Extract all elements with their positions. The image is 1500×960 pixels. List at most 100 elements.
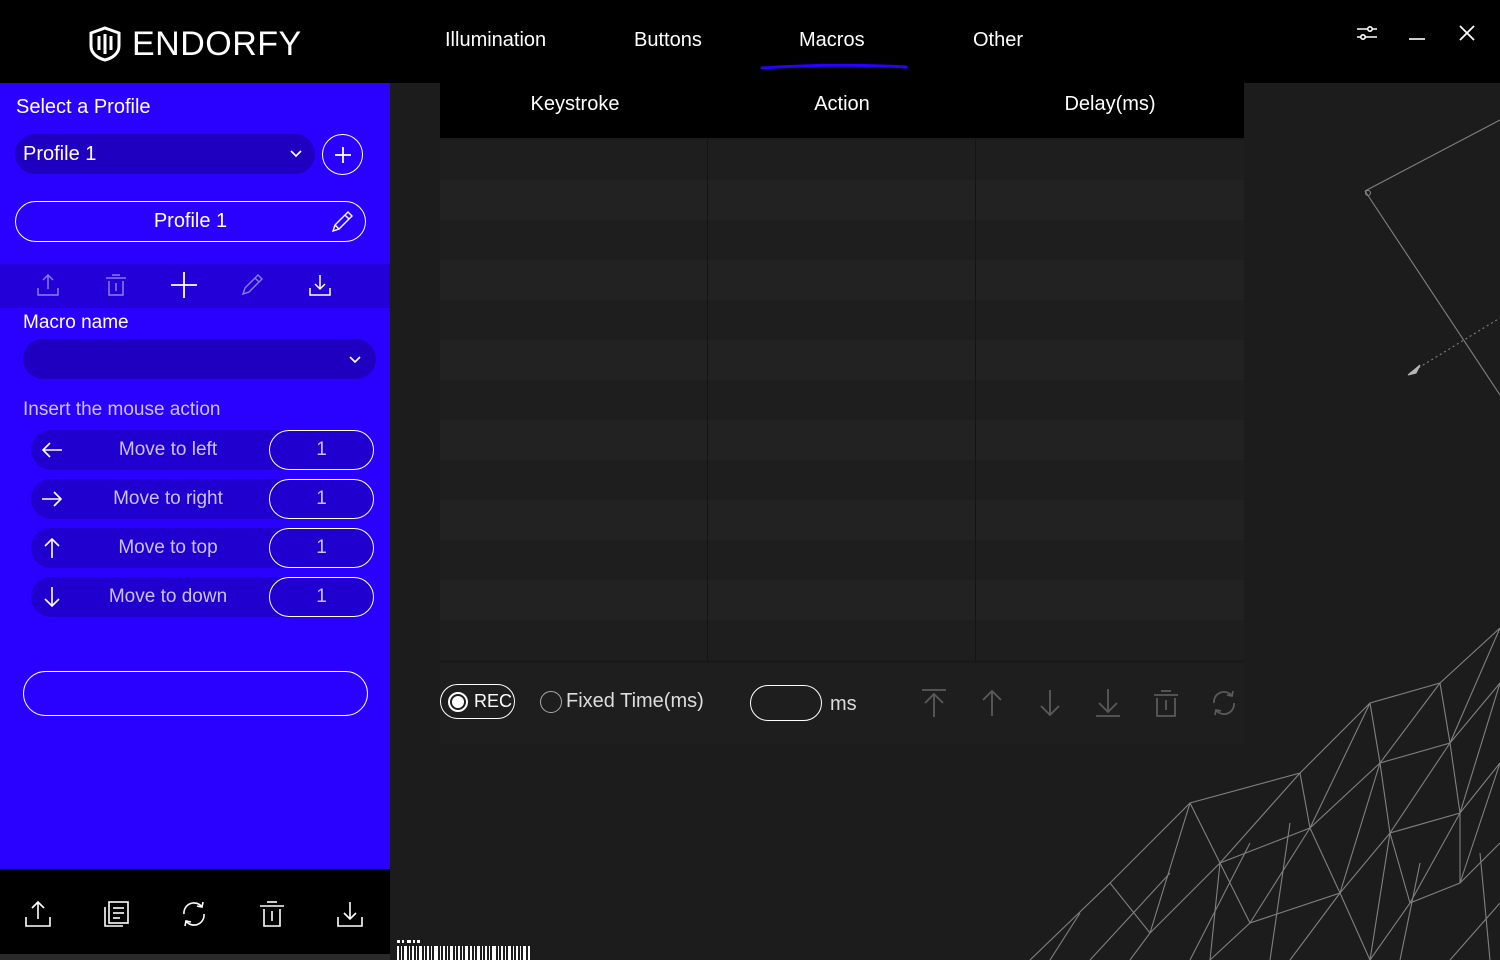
table-cell	[440, 620, 708, 660]
export-icon[interactable]	[33, 270, 63, 300]
arrow-up-icon	[39, 535, 65, 561]
endorfy-logo: ENDORFY	[88, 24, 302, 64]
move-up-icon[interactable]	[976, 687, 1008, 719]
table-cell	[440, 420, 708, 460]
tab-macros[interactable]: Macros	[799, 29, 865, 52]
mouse-action-value-input[interactable]: 1	[269, 479, 374, 519]
profile-name-button[interactable]: Profile 1	[15, 201, 366, 242]
table-row[interactable]	[440, 180, 1244, 220]
table-cell	[708, 380, 976, 420]
table-row[interactable]	[440, 300, 1244, 340]
mouse-action-label: Move to right	[113, 488, 223, 509]
table-cell	[440, 220, 708, 260]
table-cell	[708, 140, 976, 180]
tab-buttons[interactable]: Buttons	[634, 29, 702, 52]
table-cell	[708, 220, 976, 260]
profile-name-label: Profile 1	[153, 210, 228, 232]
rec-label: REC	[474, 691, 513, 711]
table-cell	[976, 220, 1244, 260]
table-row[interactable]	[440, 580, 1244, 620]
macro-table-header: Keystroke Action Delay(ms)	[440, 83, 1244, 138]
table-row[interactable]	[440, 500, 1244, 540]
fixed-time-radio[interactable]	[540, 691, 562, 713]
table-cell	[440, 580, 708, 620]
sidebar: Select a Profile Profile 1 Profile 1 Mac…	[0, 83, 390, 869]
column-keystroke: Keystroke	[530, 93, 620, 115]
macro-toolstrip	[0, 264, 390, 308]
import-icon[interactable]	[305, 270, 335, 300]
table-row[interactable]	[440, 460, 1244, 500]
mouse-action-value-input[interactable]: 1	[269, 528, 374, 568]
table-cell	[976, 140, 1244, 180]
mouse-action-move-left[interactable]: Move to left 1	[31, 430, 374, 470]
delete-icon[interactable]	[1150, 687, 1182, 719]
profile-dropdown[interactable]: Profile 1	[15, 134, 315, 174]
move-to-top-icon[interactable]	[918, 687, 950, 719]
move-to-bottom-icon[interactable]	[1092, 687, 1124, 719]
chevron-down-icon	[349, 356, 361, 364]
table-row[interactable]	[440, 340, 1244, 380]
refresh-icon[interactable]	[1208, 687, 1240, 719]
select-profile-title: Select a Profile	[16, 96, 151, 118]
table-cell	[440, 300, 708, 340]
add-icon[interactable]	[169, 270, 199, 300]
endorfy-shield-icon	[89, 26, 121, 62]
rec-button[interactable]: REC	[440, 684, 515, 719]
table-cell	[976, 380, 1244, 420]
table-cell	[440, 500, 708, 540]
macro-name-dropdown[interactable]	[23, 339, 376, 379]
edit-icon[interactable]	[237, 270, 267, 300]
table-cell	[440, 540, 708, 580]
minimize-icon[interactable]	[1402, 18, 1432, 48]
mouse-action-label: Move to left	[118, 439, 218, 460]
table-cell	[708, 500, 976, 540]
apply-button[interactable]	[23, 671, 368, 716]
table-row[interactable]	[440, 220, 1244, 260]
table-row[interactable]	[440, 260, 1244, 300]
tab-illumination[interactable]: Illumination	[445, 29, 546, 52]
table-cell	[976, 180, 1244, 220]
arrow-left-icon	[39, 437, 65, 463]
table-row[interactable]	[440, 620, 1244, 660]
fixed-time-label: Fixed Time(ms)	[566, 690, 704, 712]
macro-name-label: Macro name	[23, 312, 129, 333]
table-cell	[708, 300, 976, 340]
mouse-action-move-right[interactable]: Move to right 1	[31, 479, 374, 519]
reset-icon[interactable]	[177, 897, 211, 931]
copy-icon[interactable]	[99, 897, 133, 931]
table-cell	[976, 420, 1244, 460]
table-cell	[976, 580, 1244, 620]
profile-dropdown-value: Profile 1	[23, 142, 97, 165]
tab-other[interactable]: Other	[973, 29, 1023, 52]
table-cell	[708, 580, 976, 620]
table-cell	[976, 540, 1244, 580]
table-cell	[440, 340, 708, 380]
table-row[interactable]	[440, 420, 1244, 460]
settings-sliders-icon[interactable]	[1352, 18, 1382, 48]
macro-controls: REC Fixed Time(ms) ms	[440, 663, 1244, 744]
mouse-action-move-top[interactable]: Move to top 1	[31, 528, 374, 568]
close-icon[interactable]	[1452, 18, 1482, 48]
table-row[interactable]	[440, 380, 1244, 420]
arrow-down-icon	[39, 584, 65, 610]
export-icon[interactable]	[21, 897, 55, 931]
table-cell	[440, 460, 708, 500]
delete-icon[interactable]	[101, 270, 131, 300]
mouse-action-value-input[interactable]: 1	[269, 577, 374, 617]
table-row[interactable]	[440, 540, 1244, 580]
table-cell	[708, 260, 976, 300]
fixed-time-input[interactable]	[750, 685, 822, 721]
mouse-action-value-input[interactable]: 1	[269, 430, 374, 470]
table-cell	[976, 300, 1244, 340]
move-down-icon[interactable]	[1034, 687, 1066, 719]
add-profile-button[interactable]	[322, 134, 363, 175]
column-action: Action	[814, 93, 870, 115]
chevron-down-icon	[290, 150, 302, 158]
rec-radio-icon	[448, 691, 468, 712]
delete-icon[interactable]	[255, 897, 289, 931]
table-cell	[440, 380, 708, 420]
table-row[interactable]	[440, 140, 1244, 180]
import-icon[interactable]	[333, 897, 367, 931]
insert-mouse-action-label: Insert the mouse action	[23, 399, 221, 420]
mouse-action-move-down[interactable]: Move to down 1	[31, 577, 374, 617]
